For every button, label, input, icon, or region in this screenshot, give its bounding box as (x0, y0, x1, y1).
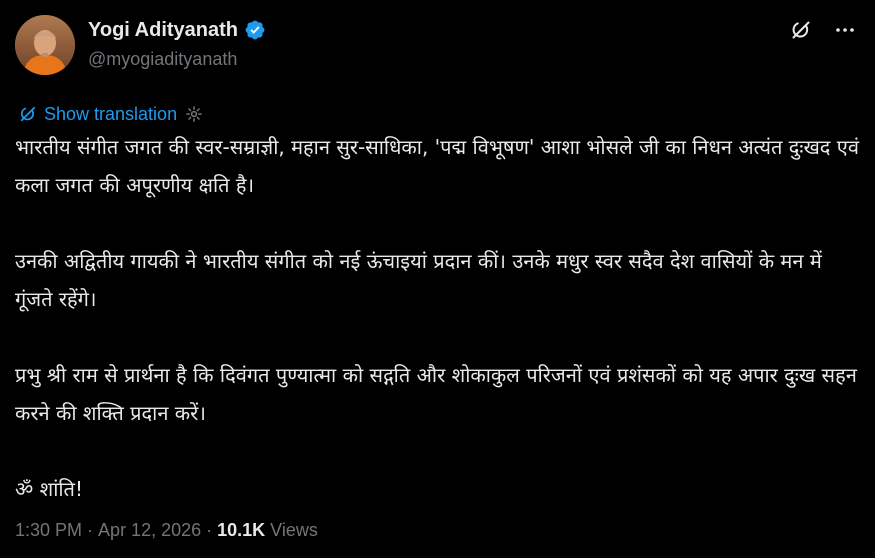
tweet-paragraph: उनकी अद्वितीय गायकी ने भारतीय संगीत को न… (15, 249, 822, 311)
tweet-top-actions (787, 16, 859, 44)
author-display-name[interactable]: Yogi Adityanath (88, 19, 238, 42)
more-horizontal-icon[interactable] (831, 16, 859, 44)
translation-settings-gear-icon[interactable] (185, 105, 203, 123)
views-label: Views (270, 520, 318, 540)
avatar-image (15, 15, 75, 75)
avatar[interactable] (15, 15, 75, 75)
meta-separator: · (87, 520, 94, 540)
author-handle[interactable]: @myogiadityanath (88, 49, 237, 70)
show-translation-link[interactable]: Show translation (44, 104, 177, 125)
tweet-card: Yogi Adityanath @myogiadityanath Show tr… (0, 0, 875, 558)
verified-badge-icon (244, 19, 266, 41)
tweet-meta: 1:30 PM · Apr 12, 2026 · 10.1K Views (15, 520, 318, 541)
tweet-date[interactable]: Apr 12, 2026 (98, 520, 201, 541)
tweet-paragraph: भारतीय संगीत जगत की स्वर-सम्राज्ञी, महान… (15, 135, 859, 197)
author-name-row: Yogi Adityanath (88, 17, 266, 43)
views-count[interactable]: 10.1K (217, 520, 265, 541)
tweet-time[interactable]: 1:30 PM (15, 520, 82, 541)
tweet-paragraph: प्रभु श्री राम से प्रार्थना है कि दिवंगत… (15, 363, 857, 425)
grok-icon[interactable] (787, 16, 815, 44)
translate-icon (18, 104, 38, 124)
tweet-paragraph: ॐ शांति! (15, 477, 83, 501)
tweet-text: भारतीय संगीत जगत की स्वर-सम्राज्ञी, महान… (15, 128, 863, 508)
meta-separator: · (206, 520, 213, 540)
show-translation-row: Show translation (18, 103, 203, 125)
